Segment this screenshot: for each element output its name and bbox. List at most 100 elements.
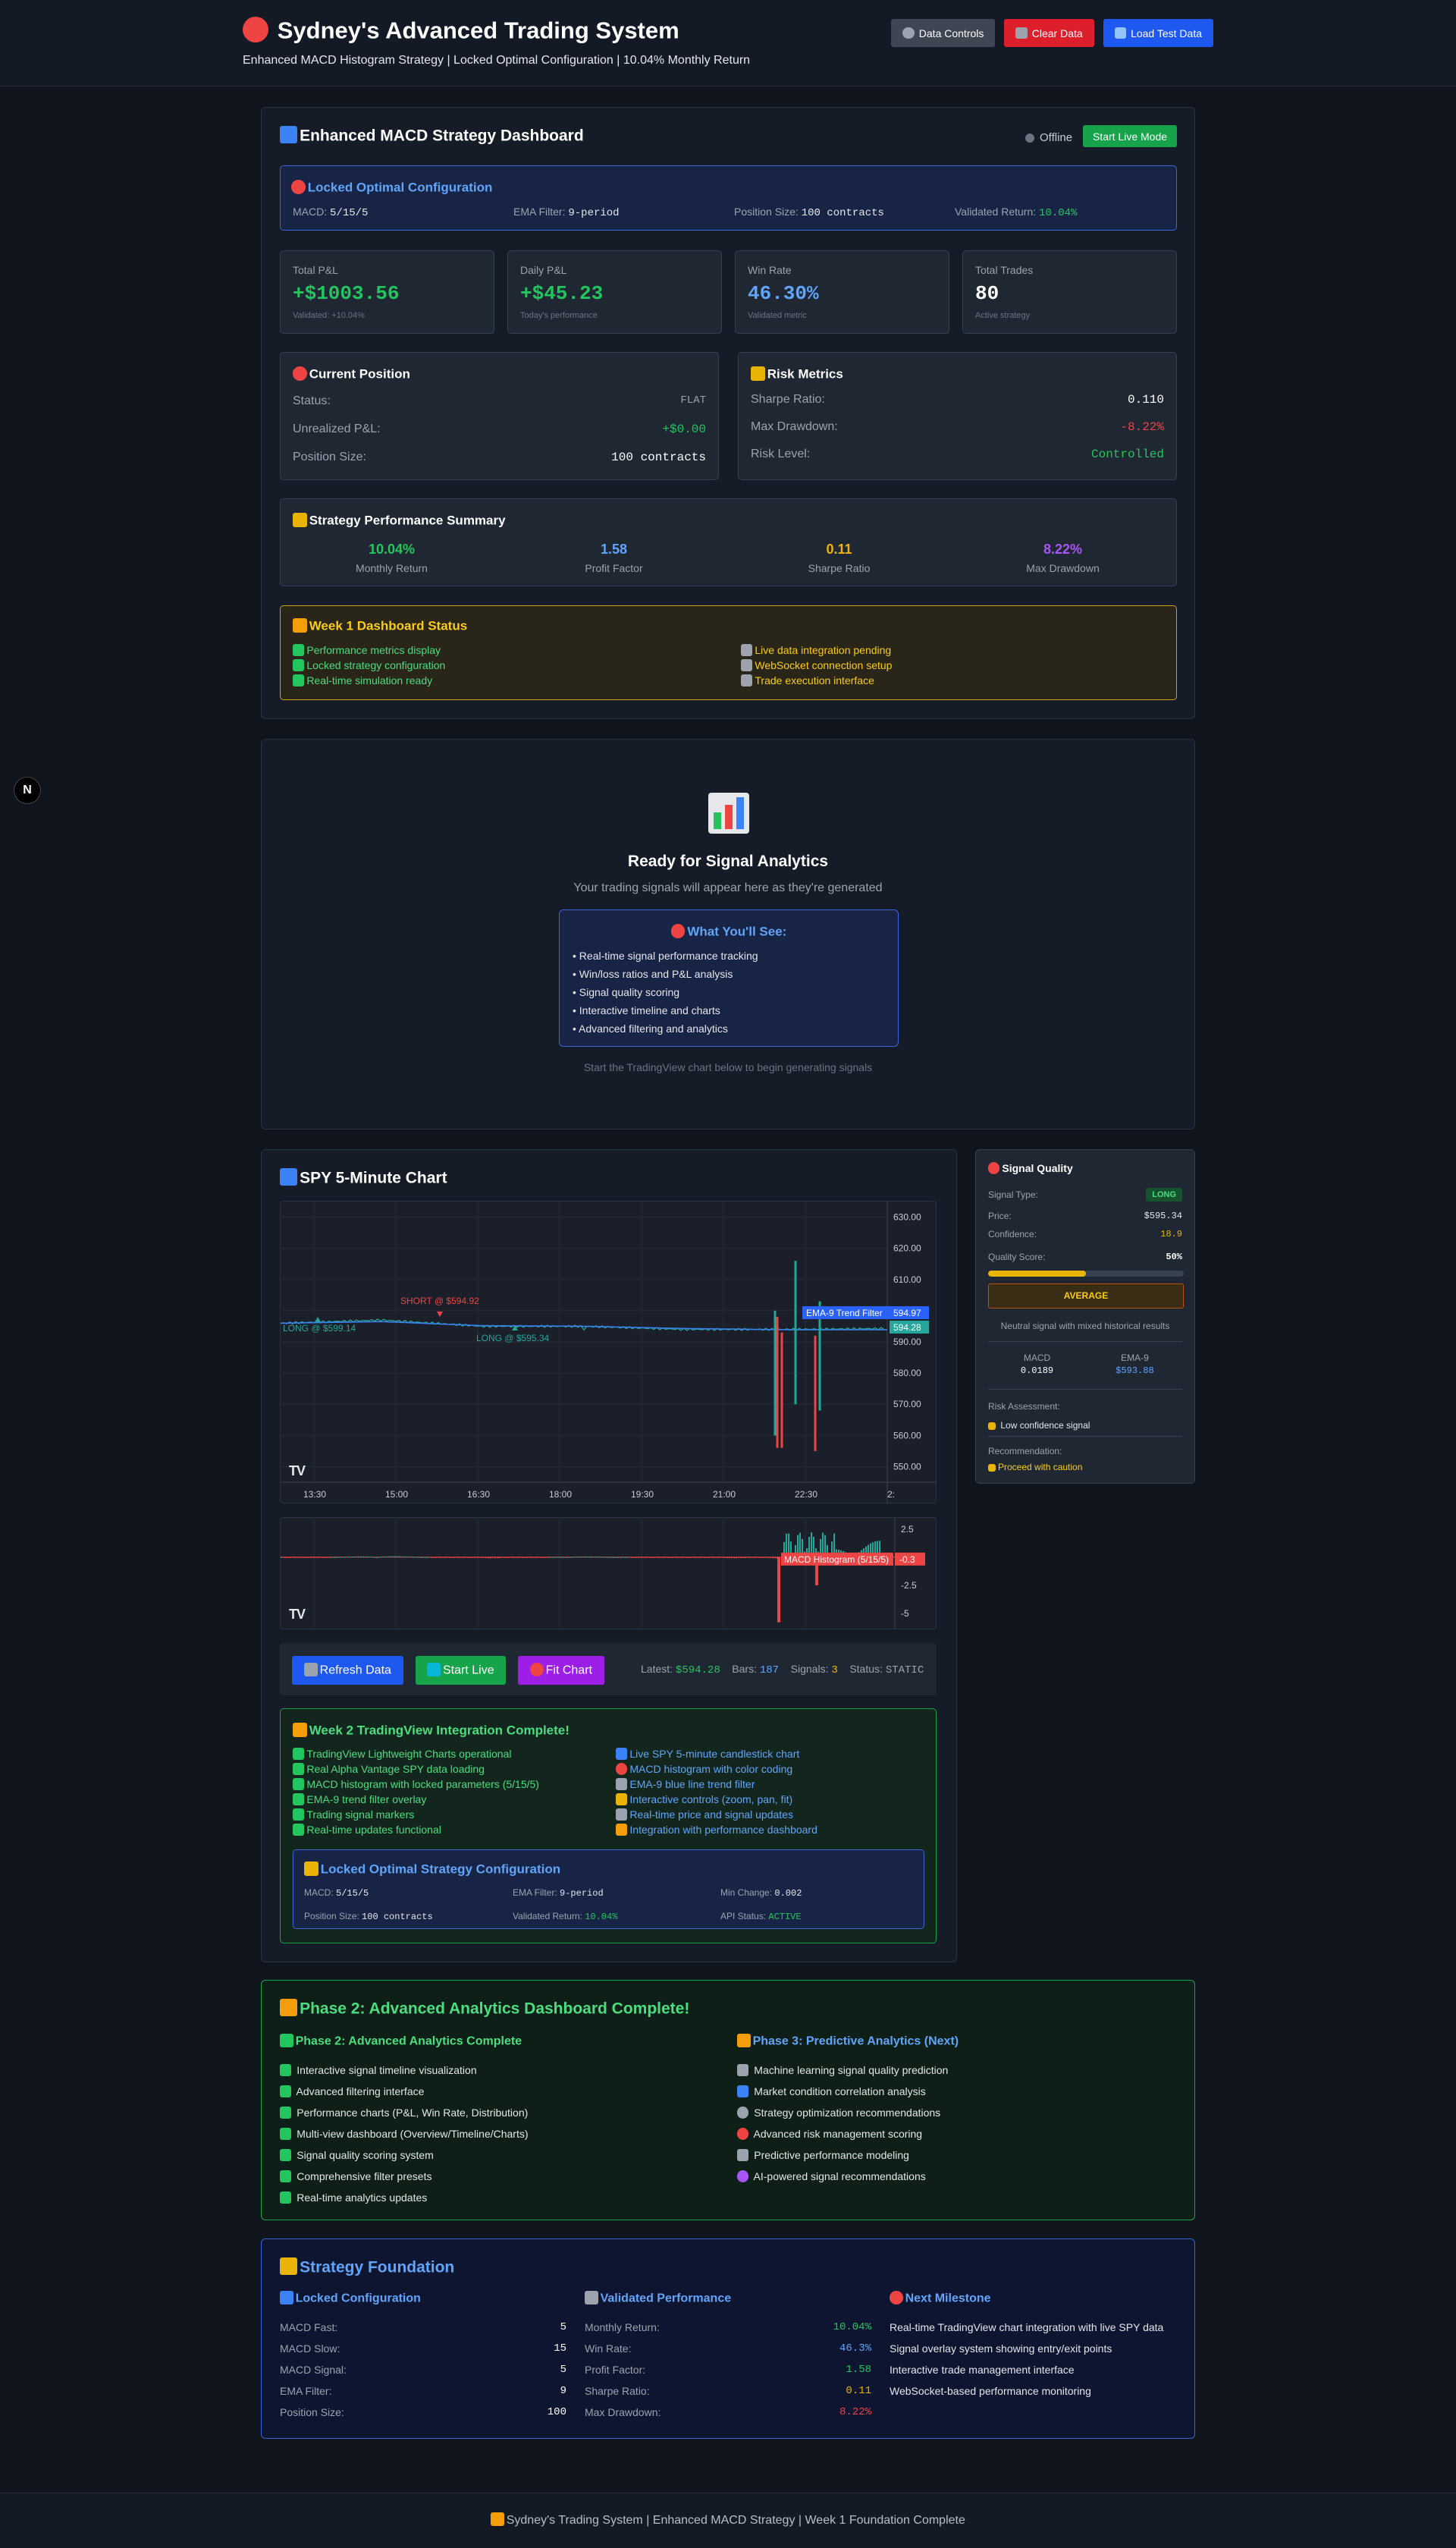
- week1-pending-item: Trade execution interface: [741, 673, 892, 688]
- macd-chart[interactable]: 2.50-2.5-5MACD Histogram (5/15/5)-0.3 TV: [280, 1517, 937, 1629]
- check-icon: [293, 1778, 305, 1790]
- macd-bar: [708, 1557, 710, 1558]
- macd-bar: [747, 1557, 748, 1558]
- check-icon: [293, 659, 305, 671]
- status-dot: [1025, 133, 1034, 143]
- macd-bar: [419, 1557, 421, 1558]
- time-tick-label: 15:00: [385, 1489, 408, 1500]
- quality-note: Neutral signal with mixed historical res…: [1000, 1321, 1170, 1331]
- macd-value-tag: -0.3: [899, 1554, 915, 1565]
- locked-config-card: Locked Optimal Configuration MACD: 5/15/…: [280, 165, 1177, 231]
- macd-bar: [572, 1557, 573, 1558]
- cfg-macd: MACD: 5/15/5: [304, 1887, 369, 1899]
- macd-bar: [465, 1557, 466, 1558]
- risk-sharpe-row: Sharpe Ratio: 0.110: [751, 393, 1164, 407]
- check-icon: [280, 2191, 292, 2204]
- long-marker-arrow: [315, 1317, 321, 1322]
- foundation-panel: Strategy Foundation Locked Configuration…: [261, 2239, 1195, 2439]
- refresh-data-button[interactable]: Refresh Data: [292, 1656, 403, 1685]
- start-live-button[interactable]: Start Live: [416, 1656, 506, 1685]
- macd-bar: [510, 1557, 512, 1558]
- macd-label: MACD Histogram (5/15/5): [784, 1554, 889, 1565]
- macd-bar: [506, 1557, 507, 1558]
- macd-bar: [497, 1557, 498, 1559]
- app-subtitle: Enhanced MACD Histogram Strategy | Locke…: [243, 54, 751, 67]
- macd-bar: [513, 1557, 514, 1558]
- macd-bar: [695, 1557, 696, 1558]
- macd-bar: [610, 1557, 612, 1558]
- app-header: Sydney's Advanced Trading System Enhance…: [0, 0, 1456, 86]
- feature-item: • Interactive timeline and charts: [573, 1004, 720, 1016]
- macd-bar: [745, 1557, 746, 1558]
- macd-bar: [540, 1557, 541, 1558]
- foundation-col2-title: Validated Performance: [585, 2291, 731, 2306]
- analytics-footer-note: Start the TradingView chart below to beg…: [583, 1061, 873, 1073]
- macd-bar: [469, 1557, 471, 1558]
- macd-bar: [504, 1557, 505, 1558]
- macd-bar: [301, 1557, 303, 1558]
- foundation-perf-row: Monthly Return: 10.04%: [585, 2321, 871, 2333]
- week1-pending-item: Live data integration pending: [741, 642, 892, 658]
- long-signal-label: LONG @ $595.34: [476, 1333, 550, 1343]
- foundation-config-row: Position Size: 100: [280, 2406, 566, 2418]
- macd-bar: [642, 1557, 644, 1558]
- macd-bar: [488, 1557, 489, 1559]
- phase3-item: AI-powered signal recommendations: [737, 2166, 948, 2187]
- metric-label: Total Trades: [975, 264, 1034, 276]
- quality-ema: EMA-9 $593.88: [1116, 1353, 1154, 1376]
- floating-n-button[interactable]: N: [14, 777, 41, 804]
- macd-bar: [319, 1557, 321, 1558]
- macd-tick-label: -5: [901, 1608, 909, 1619]
- signal-type-row: Signal Type: LONG: [988, 1188, 1182, 1202]
- metric-win-rate: Win Rate 46.30% Validated metric: [735, 250, 949, 334]
- foundation-perf-row: Profit Factor: 1.58: [585, 2364, 871, 2376]
- week2-item: Real-time price and signal updates: [616, 1807, 817, 1822]
- macd-bar: [472, 1557, 473, 1558]
- fit-chart-button[interactable]: Fit Chart: [518, 1656, 604, 1685]
- macd-bar: [692, 1557, 694, 1558]
- macd-bar: [378, 1557, 380, 1558]
- party-icon: [280, 1999, 298, 2017]
- check-icon: [280, 2149, 292, 2161]
- macd-bar: [681, 1557, 682, 1558]
- risk-metrics-title: Risk Metrics: [751, 366, 843, 382]
- cfg-api-status: API Status: ACTIVE: [720, 1911, 802, 1922]
- macd-bar: [499, 1557, 500, 1559]
- play-icon: [427, 1663, 441, 1676]
- short-signal-label: SHORT @ $594.92: [400, 1296, 479, 1306]
- phase3-item: Market condition correlation analysis: [737, 2081, 948, 2102]
- macd-bar: [749, 1557, 751, 1558]
- macd-bar: [494, 1557, 496, 1559]
- start-live-mode-button[interactable]: Start Live Mode: [1083, 125, 1177, 147]
- macd-bar: [617, 1557, 619, 1558]
- signal-type-badge: LONG: [1146, 1188, 1182, 1202]
- target-icon: [737, 2128, 749, 2140]
- target-icon: [616, 1763, 628, 1775]
- foundation-col1-title: Locked Configuration: [280, 2291, 421, 2306]
- warning-icon: [988, 1422, 996, 1431]
- macd-bar: [544, 1557, 546, 1558]
- gear-icon: [902, 27, 915, 39]
- cfg-validated-return: Validated Return: 10.04%: [513, 1911, 618, 1922]
- macd-bar: [335, 1557, 337, 1558]
- bar-chart-icon: [708, 793, 749, 834]
- metric-label: Daily P&L: [520, 264, 567, 276]
- metric-label: Total P&L: [293, 264, 338, 276]
- check-icon: [280, 2064, 292, 2076]
- chart-icon: [616, 1748, 628, 1760]
- foundation-config-row: MACD Fast: 5: [280, 2321, 566, 2333]
- clear-data-button[interactable]: Clear Data: [1004, 19, 1094, 47]
- macd-bar: [547, 1557, 548, 1558]
- macd-bar: [287, 1557, 289, 1558]
- phase2-item: Signal quality scoring system: [280, 2144, 529, 2166]
- macd-bar: [658, 1557, 660, 1558]
- macd-bar: [626, 1557, 628, 1558]
- tradingview-logo: TV: [289, 1463, 306, 1478]
- price-chart-svg[interactable]: 630.00620.00610.00600.00590.00580.00570.…: [281, 1202, 937, 1503]
- price-chart[interactable]: 630.00620.00610.00600.00590.00580.00570.…: [280, 1201, 937, 1503]
- phase3-title: Phase 3: Predictive Analytics (Next): [737, 2034, 959, 2049]
- macd-bar: [620, 1557, 621, 1558]
- load-test-data-button[interactable]: Load Test Data: [1103, 19, 1213, 47]
- data-controls-button[interactable]: Data Controls: [891, 19, 996, 47]
- macd-chart-svg[interactable]: 2.50-2.5-5MACD Histogram (5/15/5)-0.3: [281, 1518, 937, 1629]
